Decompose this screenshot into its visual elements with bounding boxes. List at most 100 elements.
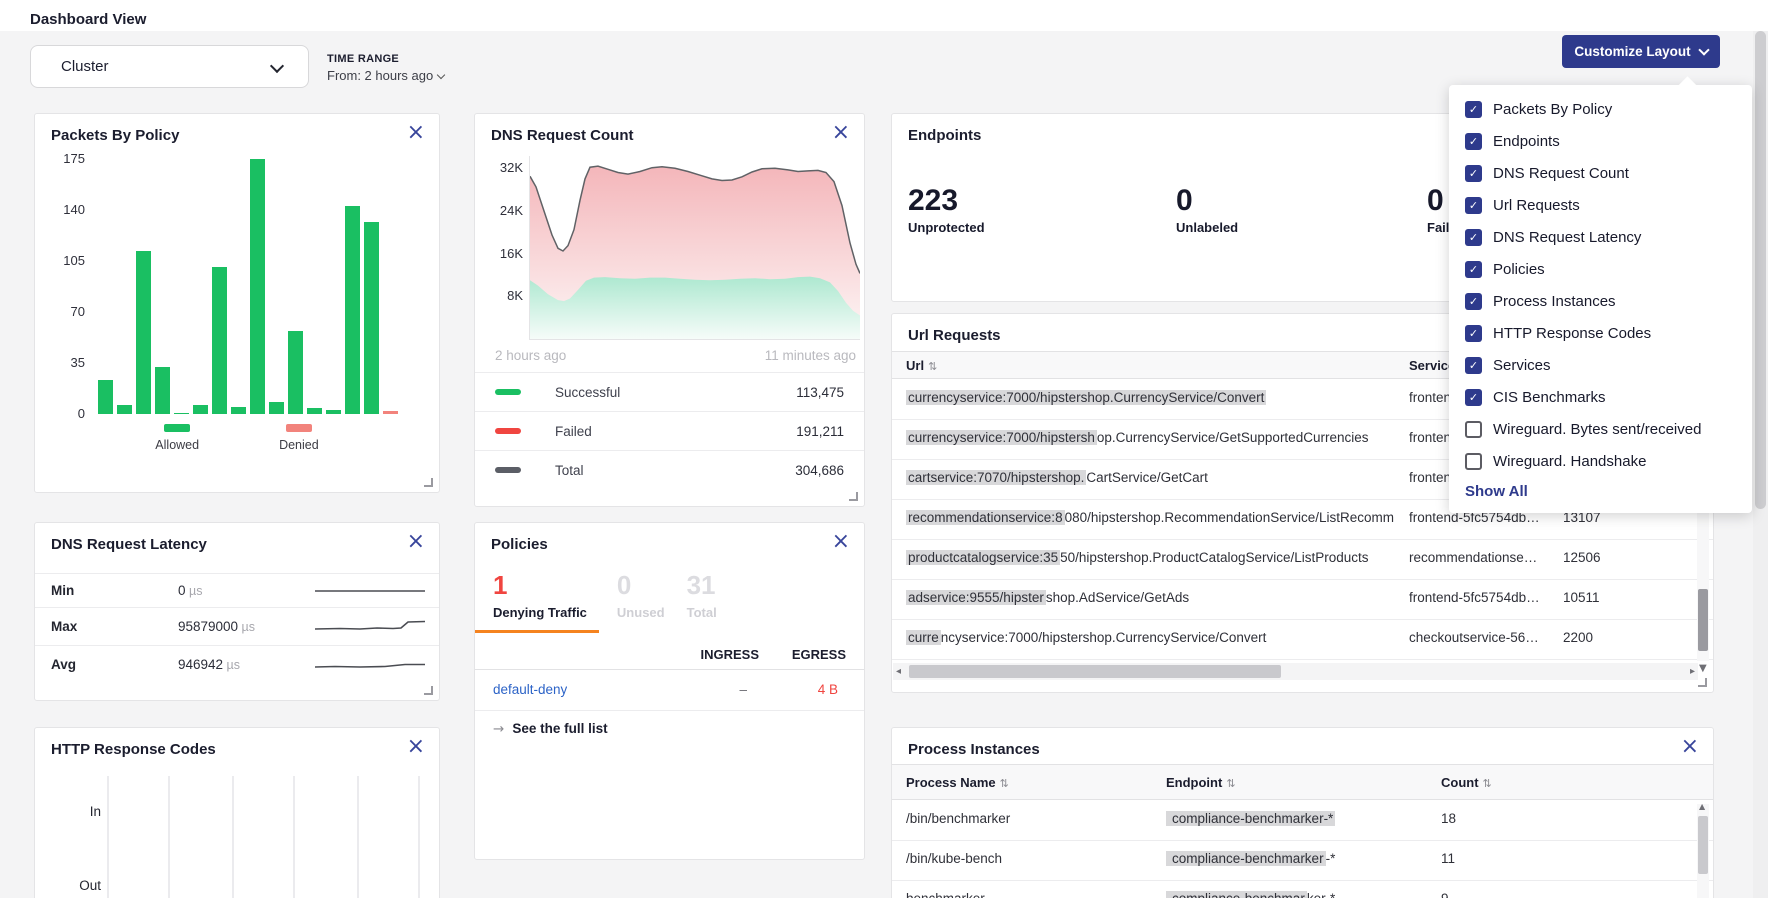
policies-stats: 1 Denying Traffic 0 Unused 31 Total <box>475 571 717 633</box>
bar-allowed[interactable] <box>136 251 151 414</box>
menu-item-label: CIS Benchmarks <box>1493 389 1606 406</box>
close-icon[interactable]: × <box>407 736 425 758</box>
menu-item-endpoints[interactable]: ✓Endpoints <box>1449 125 1752 157</box>
table-row[interactable]: adservice:9555/hipstershop.AdService/Get… <box>892 579 1713 620</box>
column-header-count[interactable]: Count⇅ <box>1441 775 1492 790</box>
close-icon[interactable]: × <box>832 122 850 144</box>
checkbox-checked-icon[interactable]: ✓ <box>1465 133 1482 150</box>
resize-grip[interactable] <box>424 478 433 487</box>
url-cell: cartservice:7070/hipstershop.CartService… <box>906 470 1402 485</box>
menu-item-dns-request-count[interactable]: ✓DNS Request Count <box>1449 157 1752 189</box>
see-full-list-link[interactable]: →See the full list <box>493 721 608 737</box>
area-chart-legend: Successful113,475Failed191,211Total304,6… <box>475 372 864 489</box>
policy-egress-value: 4 B <box>766 682 838 697</box>
menu-item-packets-by-policy[interactable]: ✓Packets By Policy <box>1449 93 1752 125</box>
menu-item-url-requests[interactable]: ✓ Url Requests <box>1449 189 1752 221</box>
stat-unused[interactable]: 0 Unused <box>617 571 665 620</box>
bar-allowed[interactable] <box>364 222 379 414</box>
bar-allowed[interactable] <box>155 367 170 414</box>
scroll-up-icon[interactable]: ▲ <box>1699 802 1705 811</box>
page-scrollbar[interactable] <box>1753 31 1768 898</box>
scrollbar-thumb[interactable] <box>1755 31 1766 509</box>
bar-allowed[interactable] <box>193 405 208 414</box>
customize-layout-button[interactable]: Customize Layout <box>1562 35 1720 68</box>
show-all-link[interactable]: Show All <box>1449 483 1752 500</box>
close-icon[interactable]: × <box>407 531 425 553</box>
policy-ingress-value: – <box>655 682 747 697</box>
menu-item-services[interactable]: ✓Services <box>1449 349 1752 381</box>
table-row[interactable]: /bin/kube-benchcompliance-benchmarker-*1… <box>892 840 1713 881</box>
close-icon[interactable]: × <box>1681 736 1699 758</box>
policy-name-link[interactable]: default-deny <box>493 682 567 697</box>
table-row[interactable]: currencyservice:7000/hipstershop.Currenc… <box>892 619 1713 660</box>
checkbox-checked-icon[interactable]: ✓ <box>1465 389 1482 406</box>
close-icon[interactable]: × <box>832 531 850 553</box>
scroll-left-icon[interactable]: ◂ <box>896 666 901 677</box>
checkbox-checked-icon[interactable]: ✓ <box>1465 261 1482 278</box>
policy-row[interactable]: default-deny – 4 B <box>475 670 864 711</box>
scrollbar-thumb[interactable] <box>1698 816 1708 874</box>
bar-allowed[interactable] <box>212 267 227 414</box>
area-chart <box>529 156 860 340</box>
bar-allowed[interactable] <box>288 331 303 414</box>
policies-card: Policies × 1 Denying Traffic 0 Unused 31… <box>474 522 865 860</box>
bar-denied[interactable] <box>383 411 398 414</box>
stat-total[interactable]: 31 Total <box>687 571 717 620</box>
menu-item-wireguard-handshake[interactable]: Wireguard. Handshake <box>1449 445 1752 477</box>
latency-label: Min <box>51 583 74 598</box>
column-header-endpoint[interactable]: Endpoint⇅ <box>1166 775 1236 790</box>
url-cell: productcatalogservice:3550/hipstershop.P… <box>906 550 1402 565</box>
checkbox-checked-icon[interactable]: ✓ <box>1465 229 1482 246</box>
scroll-right-icon[interactable]: ▸ <box>1690 666 1695 677</box>
menu-item-http-response-codes[interactable]: ✓HTTP Response Codes <box>1449 317 1752 349</box>
bar-allowed[interactable] <box>174 413 189 414</box>
table-row[interactable]: benchmarkercompliance-benchmarker-*9 <box>892 880 1713 898</box>
horizontal-scrollbar[interactable]: ◂ ▸ <box>893 663 1698 680</box>
time-range-control[interactable]: TIME RANGE From: 2 hours ago <box>327 53 444 83</box>
menu-item-policies[interactable]: ✓Policies <box>1449 253 1752 285</box>
menu-item-label: DNS Request Latency <box>1493 229 1641 246</box>
checkbox-checked-icon[interactable]: ✓ <box>1465 293 1482 310</box>
bar-allowed[interactable] <box>231 407 246 414</box>
table-row[interactable]: productcatalogservice:3550/hipstershop.P… <box>892 539 1713 580</box>
close-icon[interactable]: × <box>407 122 425 144</box>
menu-item-label: Wireguard. Bytes sent/received <box>1493 421 1701 438</box>
vertical-scrollbar[interactable]: ▲ <box>1697 804 1709 898</box>
menu-item-wireguard-bytes-sent-received[interactable]: Wireguard. Bytes sent/received <box>1449 413 1752 445</box>
bar-allowed[interactable] <box>250 159 265 414</box>
checkbox-checked-icon[interactable]: ✓ <box>1465 325 1482 342</box>
menu-item-label: Url Requests <box>1493 197 1580 214</box>
url-highlight: curre <box>906 630 941 645</box>
bar-allowed[interactable] <box>98 380 113 414</box>
checkbox-unchecked-icon[interactable] <box>1465 421 1482 438</box>
menu-item-process-instances[interactable]: ✓Process Instances <box>1449 285 1752 317</box>
checkbox-checked-icon[interactable]: ✓ <box>1465 165 1482 182</box>
scroll-down-icon[interactable]: ▼ <box>1699 663 1707 674</box>
bar-allowed[interactable] <box>345 206 360 414</box>
resize-grip[interactable] <box>849 492 858 501</box>
scrollbar-thumb[interactable] <box>1698 589 1708 651</box>
latency-label: Max <box>51 619 77 634</box>
menu-item-cis-benchmarks[interactable]: ✓ CIS Benchmarks <box>1449 381 1752 413</box>
view-selector[interactable]: Cluster <box>30 45 309 88</box>
checkbox-unchecked-icon[interactable] <box>1465 453 1482 470</box>
latency-label: Avg <box>51 657 76 672</box>
scrollbar-thumb[interactable] <box>909 665 1281 678</box>
latency-row-max: Max95879000 µs <box>35 607 439 646</box>
checkbox-checked-icon[interactable]: ✓ <box>1465 197 1482 214</box>
menu-item-dns-request-latency[interactable]: ✓ DNS Request Latency <box>1449 221 1752 253</box>
table-row[interactable]: /bin/benchmarkercompliance-benchmarker-*… <box>892 800 1713 841</box>
checkbox-checked-icon[interactable]: ✓ <box>1465 357 1482 374</box>
resize-grip[interactable] <box>424 686 433 695</box>
stat-denying-traffic[interactable]: 1 Denying Traffic <box>475 571 599 633</box>
legend-value: 113,475 <box>796 385 844 400</box>
column-header-url[interactable]: Url⇅ <box>906 358 937 373</box>
bar-allowed[interactable] <box>269 402 284 414</box>
chevron-down-icon <box>270 59 284 73</box>
checkbox-checked-icon[interactable]: ✓ <box>1465 101 1482 118</box>
resize-grip[interactable] <box>1698 678 1707 687</box>
bar-allowed[interactable] <box>307 408 322 414</box>
column-header-process-name[interactable]: Process Name⇅ <box>906 775 1009 790</box>
bar-allowed[interactable] <box>326 410 341 414</box>
bar-allowed[interactable] <box>117 405 132 414</box>
